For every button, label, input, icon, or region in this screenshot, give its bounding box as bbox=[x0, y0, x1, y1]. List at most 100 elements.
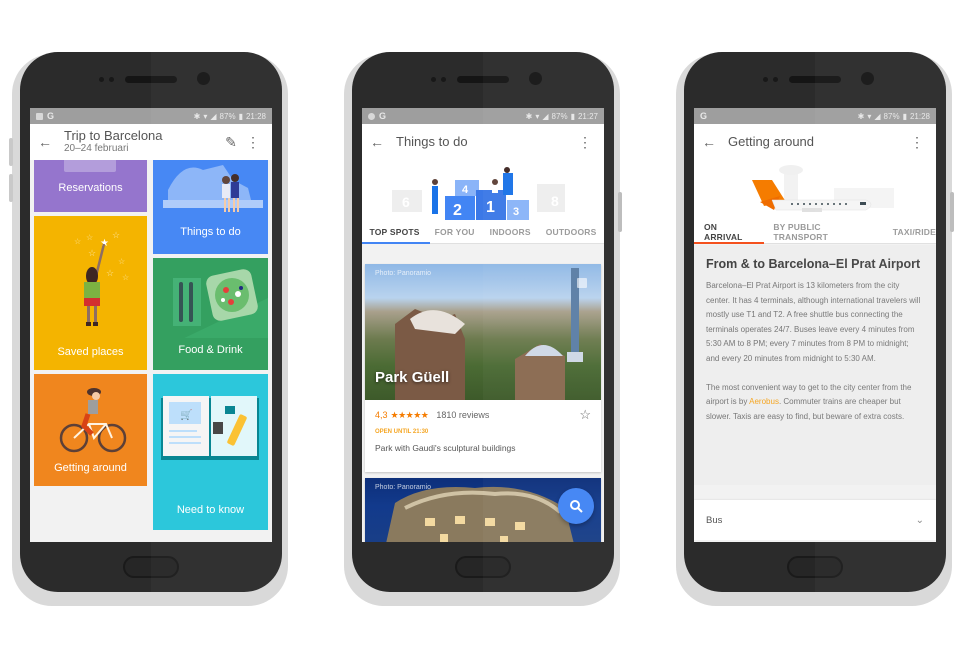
podium-number: 4 bbox=[462, 184, 469, 196]
signal-icon: ◢ bbox=[542, 111, 549, 121]
more-vert-icon[interactable]: ⋮ bbox=[906, 134, 928, 151]
clock: 21:28 bbox=[245, 111, 266, 121]
battery-level: 87% bbox=[883, 111, 900, 121]
tile-reservations[interactable]: Reservations bbox=[34, 160, 147, 212]
arrow-left-icon[interactable]: ← bbox=[38, 134, 54, 150]
photo-credit[interactable]: Photo: Panoramio bbox=[375, 270, 431, 277]
tab-for-you[interactable]: FOR YOU bbox=[435, 227, 475, 237]
volume-button bbox=[9, 138, 13, 166]
rating-value: 4,3 bbox=[375, 410, 388, 420]
pencil-icon[interactable]: ✎ bbox=[220, 134, 242, 151]
front-camera bbox=[861, 72, 874, 85]
wifi-icon: ▾ bbox=[203, 111, 208, 121]
bus-accordion[interactable]: Bus ⌄ bbox=[694, 500, 936, 540]
front-camera bbox=[529, 72, 542, 85]
tile-label: Things to do bbox=[180, 226, 241, 238]
screen: G ✱ ▾ ◢ 87% ▮ 21:28 ← Getting around ⋮ O… bbox=[694, 108, 936, 542]
app-showcase: G ✱ ▾ ◢ 87% ▮ 21:28 ← Trip to Barcelona bbox=[0, 0, 973, 650]
section-paragraph: Barcelona–El Prat Airport is 13 kilomete… bbox=[706, 281, 921, 363]
battery-icon: ▮ bbox=[570, 111, 575, 121]
earpiece-speaker bbox=[457, 76, 509, 83]
place-name: Park Güell bbox=[375, 369, 450, 386]
power-button bbox=[618, 192, 622, 232]
podium-number: 3 bbox=[513, 206, 519, 218]
tile-label: Getting around bbox=[54, 462, 127, 474]
place-card[interactable]: Photo: Panoramio bbox=[365, 478, 601, 542]
arrow-left-icon[interactable]: ← bbox=[702, 134, 718, 150]
svg-text:🛒: 🛒 bbox=[180, 408, 192, 421]
tile-label: Reservations bbox=[58, 182, 123, 194]
google-icon: G bbox=[379, 111, 387, 121]
tile-things-to-do[interactable]: Things to do bbox=[153, 160, 268, 254]
tab-outdoors[interactable]: OUTDOORS bbox=[546, 227, 597, 237]
tab-taxi-ride[interactable]: TAXI/RIDE bbox=[893, 227, 936, 237]
bluetooth-icon: ✱ bbox=[857, 111, 865, 121]
arrow-left-icon[interactable]: ← bbox=[370, 134, 386, 150]
wifi-icon: ▾ bbox=[535, 111, 540, 121]
photo-credit[interactable]: Photo: Panoramio bbox=[375, 484, 431, 491]
place-photo: Photo: Panoramio Park Güell bbox=[365, 264, 601, 400]
battery-icon: ▮ bbox=[238, 111, 243, 121]
category-grid: Reservations Things to do ☆ ☆ ★ ☆ ☆ ☆ ☆ … bbox=[30, 160, 272, 542]
tab-top-spots[interactable]: TOP SPOTS bbox=[370, 227, 420, 237]
airplane-illustration bbox=[694, 160, 936, 220]
home-button[interactable] bbox=[455, 556, 511, 578]
svg-text:☆: ☆ bbox=[106, 268, 114, 278]
more-vert-icon[interactable]: ⋮ bbox=[574, 134, 596, 151]
google-icon: G bbox=[700, 111, 708, 121]
clock: 21:28 bbox=[909, 111, 930, 121]
battery-level: 87% bbox=[551, 111, 568, 121]
search-icon bbox=[570, 500, 583, 513]
svg-text:★: ★ bbox=[100, 238, 109, 249]
salad-plate-illustration bbox=[173, 269, 268, 338]
svg-text:☆: ☆ bbox=[122, 273, 129, 282]
sensor-dots bbox=[99, 77, 115, 82]
home-button[interactable] bbox=[787, 556, 843, 578]
place-card[interactable]: Photo: Panoramio Park Güell 4,3 ★★★★★ 18… bbox=[365, 264, 601, 472]
tab-bar: ON ARRIVAL BY PUBLIC TRANSPORT TAXI/RIDE bbox=[694, 220, 936, 244]
ticket-illustration bbox=[64, 160, 116, 172]
tab-on-arrival[interactable]: ON ARRIVAL bbox=[704, 222, 757, 242]
tile-food-drink[interactable]: Food & Drink bbox=[153, 258, 268, 370]
opening-hours: OPEN UNTIL 21:30 bbox=[375, 429, 429, 435]
status-bar: G ✱ ▾ ◢ 87% ▮ 21:27 bbox=[362, 108, 604, 124]
girl-stars-illustration: ☆ ☆ ★ ☆ ☆ ☆ ☆ ☆ bbox=[74, 230, 129, 326]
tile-need-to-know[interactable]: 🛒 Need to know bbox=[153, 374, 268, 530]
trip-dates: 20–24 februari bbox=[64, 143, 129, 154]
tile-saved-places[interactable]: ☆ ☆ ★ ☆ ☆ ☆ ☆ ☆ Saved places bbox=[34, 216, 147, 370]
rating-stars: ★★★★★ bbox=[390, 409, 429, 420]
power-button bbox=[950, 192, 954, 232]
search-fab[interactable] bbox=[558, 488, 594, 524]
star-outline-icon[interactable]: ☆ bbox=[579, 407, 591, 423]
tab-indoors[interactable]: INDOORS bbox=[490, 227, 531, 237]
earpiece-speaker bbox=[789, 76, 841, 83]
section-heading: From & to Barcelona–El Prat Airport bbox=[706, 257, 921, 271]
accordion-label: Bus bbox=[706, 514, 723, 526]
tile-label: Need to know bbox=[176, 504, 245, 516]
screen: G ✱ ▾ ◢ 87% ▮ 21:28 ← Trip to Barcelona bbox=[30, 108, 272, 542]
place-description: Park with Gaudi's sculptural buildings bbox=[375, 443, 516, 453]
bookmark-icon[interactable] bbox=[577, 278, 587, 288]
settings-icon bbox=[368, 112, 375, 120]
sensor-dots bbox=[763, 77, 779, 82]
tile-getting-around[interactable]: Getting around bbox=[34, 374, 147, 486]
more-vert-icon[interactable]: ⋮ bbox=[242, 134, 264, 151]
aerobus-link[interactable]: Aerobus bbox=[749, 397, 779, 406]
home-button[interactable] bbox=[123, 556, 179, 578]
svg-text:☆: ☆ bbox=[112, 230, 120, 240]
bluetooth-icon: ✱ bbox=[193, 111, 201, 121]
google-icon: G bbox=[47, 111, 55, 121]
volume-button bbox=[9, 174, 13, 202]
clock: 21:27 bbox=[577, 111, 598, 121]
podium-number: 8 bbox=[551, 193, 559, 209]
status-bar: G ✱ ▾ ◢ 87% ▮ 21:28 bbox=[694, 108, 936, 124]
signal-icon: ◢ bbox=[874, 111, 881, 121]
tab-by-public-transport[interactable]: BY PUBLIC TRANSPORT bbox=[773, 222, 876, 242]
app-bar: ← Getting around ⋮ bbox=[694, 124, 936, 160]
page-title: Things to do bbox=[396, 134, 468, 149]
arrival-section: From & to Barcelona–El Prat Airport Barc… bbox=[694, 245, 936, 485]
battery-level: 87% bbox=[219, 111, 236, 121]
screen: G ✱ ▾ ◢ 87% ▮ 21:27 ← Things to do ⋮ 6 8… bbox=[362, 108, 604, 542]
guidebook-illustration: 🛒 bbox=[161, 396, 259, 460]
tile-label: Saved places bbox=[57, 346, 124, 358]
